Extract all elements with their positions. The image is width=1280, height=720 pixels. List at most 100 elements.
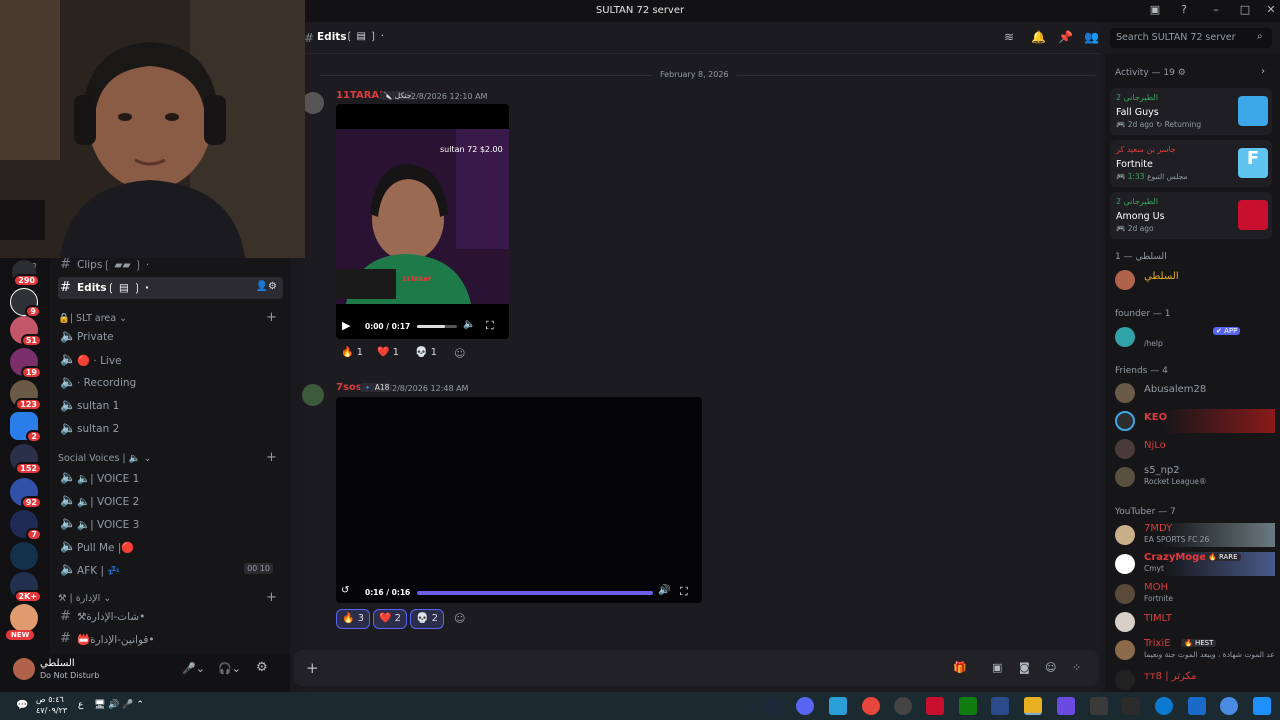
message-author[interactable]: 7sos [336, 382, 362, 393]
reaction-heart[interactable]: ❤️ 1 [372, 344, 404, 364]
member-item[interactable]: TrixiE 🔥 HEST وعد الموت شهادة ، ويبعد المو… [1115, 638, 1275, 662]
add-channel-icon[interactable]: + [266, 310, 277, 325]
settings-taskbar-icon[interactable] [1122, 697, 1140, 715]
voice-channel-private[interactable]: 🔈 Private [58, 326, 283, 348]
voice-channel-sultan-1[interactable]: 🔈 sultan 1 [58, 395, 283, 417]
gif-icon[interactable]: ▣ [992, 661, 1002, 674]
fullscreen-icon[interactable]: ⛶ [486, 319, 494, 333]
server-icon-3[interactable]: 51 [10, 316, 42, 347]
message-author[interactable]: 11TARAF [336, 90, 386, 101]
voice-channel-afk[interactable]: 🔈 AFK | 💤 00 10 [58, 559, 283, 581]
activity-card[interactable]: الطيرجاني 2 Fall Guys 🎮 2d ago ↻ Returni… [1110, 88, 1272, 135]
server-icon-11[interactable]: 2K+ [10, 572, 42, 603]
apps-icon[interactable]: ⁘ [1072, 661, 1081, 674]
message-composer[interactable] [294, 650, 1098, 686]
chevron-right-icon[interactable]: › [1261, 66, 1265, 77]
volume-icon[interactable]: 🔊 [658, 585, 670, 596]
server-icon-2[interactable]: 9 [10, 288, 41, 318]
threads-icon[interactable]: ≋ [1004, 30, 1014, 44]
help-icon[interactable]: ? [1176, 3, 1192, 19]
tray-icons[interactable]: 🖥 🔊 🎤 ⌃ [94, 700, 144, 710]
add-channel-icon[interactable]: + [266, 450, 277, 465]
sticker-icon[interactable]: ◙ [1019, 661, 1030, 674]
play-icon[interactable]: ▶ [342, 319, 350, 332]
app-icon[interactable] [1057, 697, 1075, 715]
voice-channel-recording[interactable]: 🔈 · Recording [58, 372, 283, 394]
reaction-fire[interactable]: 🔥 3 [336, 609, 371, 629]
category-slt-area[interactable]: 🔒| SLT area ⌄ [58, 313, 127, 324]
reaction-fire[interactable]: 🔥 1 [336, 344, 368, 364]
search-input[interactable]: Search SULTAN 72 server [1110, 28, 1272, 48]
member-item[interactable]: السلطي [1115, 268, 1275, 292]
avatar[interactable] [302, 384, 324, 406]
settings-icon[interactable]: 👤⚙ [256, 281, 277, 292]
member-item[interactable]: ᴛᴛ8 | مكرتر [1115, 668, 1275, 692]
category-admin[interactable]: ⚒ | الإدارة ⌄ [58, 593, 111, 604]
emoji-icon[interactable]: ☺ [1045, 661, 1056, 674]
member-item[interactable]: s5_np2 Rocket League® [1115, 465, 1275, 489]
edge-icon[interactable] [1155, 697, 1173, 715]
member-item[interactable]: CrazyMoge 🔥 RARE Cmyt [1115, 552, 1275, 576]
windows-start-icon[interactable] [1253, 697, 1271, 715]
activity-card[interactable]: جاسر بن سعيد كر Fortnite 🎮 1:33 مجلس الت… [1110, 140, 1272, 187]
fullscreen-icon[interactable]: ⛶ [680, 585, 688, 599]
member-list-icon[interactable]: 👥 [1084, 30, 1099, 44]
microphone-icon[interactable]: 🎤⌄ [182, 662, 205, 675]
app-icon[interactable] [926, 697, 944, 715]
server-icon-9[interactable]: 7 [10, 510, 42, 541]
reaction-heart[interactable]: ❤️ 2 [373, 609, 408, 629]
avatar[interactable] [13, 658, 35, 680]
voice-channel-live[interactable]: 🔈 🔴 · Live [58, 349, 283, 371]
channel-admin-chat[interactable]: # ⚒︎شات-الإدارة• [58, 606, 283, 628]
member-item[interactable]: NjLo [1115, 437, 1275, 461]
inbox-icon[interactable]: ▣ [1147, 3, 1163, 19]
notification-icon[interactable]: 💬 [16, 700, 28, 711]
activity-card[interactable]: الطيرجاني 2 Among Us 🎮 2d ago [1110, 192, 1272, 239]
app-icon[interactable] [1090, 697, 1108, 715]
attach-plus-icon[interactable]: + [306, 659, 319, 677]
video-progress-bar[interactable] [417, 591, 653, 595]
steam-icon[interactable] [764, 697, 782, 715]
channel-admin-rules[interactable]: # 📛قوانين-الإدارة• [58, 628, 283, 650]
add-channel-icon[interactable]: + [266, 590, 277, 605]
server-icon-10[interactable] [10, 542, 38, 570]
voice-channel-pull-me[interactable]: 🔈 Pull Me |🔴 [58, 536, 283, 558]
app-icon[interactable] [991, 697, 1009, 715]
member-item[interactable]: 7MDY EA SPORTS FC 26 [1115, 523, 1275, 547]
category-social-voices[interactable]: Social Voices | 🔈 ⌄ [58, 453, 151, 464]
reaction-skull[interactable]: 💀 1 [410, 344, 442, 364]
obs-icon[interactable] [894, 697, 912, 715]
member-item[interactable]: TIMLT [1115, 610, 1275, 634]
headphones-icon[interactable]: 🎧⌄ [218, 662, 241, 675]
channel-edits[interactable]: # Edits❲ ▤ ❳ · 👤⚙ [58, 277, 283, 299]
video-player[interactable]: ↺ 0:16 / 0:16 🔊 ⛶ [336, 397, 702, 603]
volume-icon[interactable]: 🔈 [463, 319, 475, 330]
add-reaction-icon[interactable]: ☺ [454, 612, 465, 625]
server-icon-12[interactable] [10, 604, 38, 632]
copilot-icon[interactable] [1220, 697, 1238, 715]
member-item[interactable]: KEO [1115, 409, 1275, 433]
discord-icon[interactable] [796, 697, 814, 715]
server-icon-4[interactable]: 19 [10, 348, 42, 379]
member-item[interactable]: ✔ APP/help [1115, 325, 1275, 349]
add-reaction-icon[interactable]: ☺ [454, 347, 465, 360]
video-player[interactable]: sultan 72 $2.00 11TARAF ▶ 0:00 / 0:17 🔈 … [336, 104, 509, 339]
member-item[interactable]: Abusalem28 [1115, 381, 1275, 405]
reaction-skull[interactable]: 💀 2 [410, 609, 445, 629]
server-icon-8[interactable]: 92 [10, 478, 42, 509]
bell-icon[interactable]: 🔔 [1031, 30, 1046, 44]
file-explorer-icon[interactable] [1024, 697, 1042, 715]
volume-bar[interactable] [417, 325, 457, 328]
replay-icon[interactable]: ↺ [341, 585, 349, 596]
pin-icon[interactable]: 📌 [1058, 30, 1073, 44]
voice-channel-voice-1[interactable]: 🔈 🔈| VOICE 1 [58, 467, 283, 489]
close-button[interactable]: ✕ [1263, 3, 1279, 19]
language-indicator[interactable]: ع [78, 700, 83, 710]
avatar[interactable] [302, 92, 324, 114]
store-icon[interactable] [1188, 697, 1206, 715]
user-settings-icon[interactable]: ⚙ [256, 660, 268, 675]
server-icon-1[interactable]: 290 [12, 260, 40, 287]
voice-channel-voice-2[interactable]: 🔈 🔈| VOICE 2 [58, 490, 283, 512]
voice-channel-sultan-2[interactable]: 🔈 sultan 2 [58, 418, 283, 440]
xbox-icon[interactable] [959, 697, 977, 715]
